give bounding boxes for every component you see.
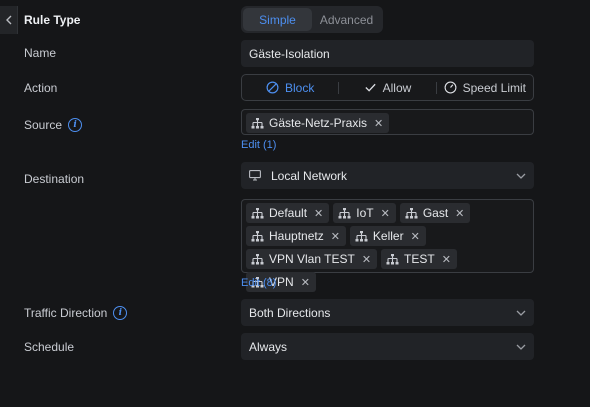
name-field[interactable]: Gäste-Isolation [241,40,534,67]
source-chip: Gäste-Netz-Praxis ✕ [246,113,390,133]
remove-chip-icon[interactable]: ✕ [314,207,323,220]
name-value: Gäste-Isolation [249,46,330,61]
remove-chip-icon[interactable]: ✕ [455,207,464,220]
remove-chip-icon[interactable]: ✕ [442,253,451,266]
traffic-direction-value: Both Directions [249,305,331,320]
action-label: Action [24,81,58,95]
block-icon [266,81,279,94]
remove-chip-icon[interactable]: ✕ [374,117,383,130]
schedule-value: Always [249,339,288,354]
destination-label: Destination [24,172,85,186]
source-label: Source i [24,118,83,132]
monitor-icon [249,170,261,181]
rule-type-advanced[interactable]: Advanced [312,8,381,31]
action-allow-label: Allow [382,80,412,95]
remove-chip-icon[interactable]: ✕ [411,230,420,243]
chip-label: IoT [356,206,374,220]
action-block-button[interactable]: Block [242,75,338,100]
schedule-dropdown[interactable]: Always [241,333,534,360]
destination-chip: Keller ✕ [349,226,426,246]
speedometer-icon [444,81,457,94]
chevron-left-icon [5,15,11,25]
rule-type-toggle[interactable]: Simple Advanced [241,6,383,33]
network-icon [355,230,368,241]
destination-dropdown-value: Local Network [271,168,348,183]
chip-label: VPN Vlan TEST [269,252,355,266]
chip-label: Hauptnetz [269,229,324,243]
destination-chip: IoT ✕ [333,203,396,223]
chevron-down-icon [516,344,526,350]
destination-chip: Gast ✕ [399,203,471,223]
check-icon [365,83,376,92]
info-icon[interactable]: i [113,306,128,320]
source-label-text: Source [24,118,63,132]
chip-label: Gäste-Netz-Praxis [269,116,368,130]
schedule-label: Schedule [24,340,75,354]
chevron-down-icon [516,310,526,316]
network-icon [251,230,264,241]
back-button[interactable] [0,6,18,34]
chip-label: TEST [404,252,435,266]
network-icon [338,207,351,218]
destination-edit-link[interactable]: Edit (8) [241,277,276,289]
destination-chip: Hauptnetz ✕ [246,226,346,246]
remove-chip-icon[interactable]: ✕ [381,207,390,220]
destination-chip: TEST ✕ [381,249,457,269]
destination-dropdown[interactable]: Local Network [241,162,534,189]
chip-label: Default [269,206,308,220]
name-label: Name [24,46,57,60]
network-icon [405,207,418,218]
action-speed-limit-label: Speed Limit [462,80,526,95]
traffic-direction-label: Traffic Direction i [24,306,128,320]
network-icon [386,253,399,264]
traffic-direction-dropdown[interactable]: Both Directions [241,299,534,326]
network-icon [251,117,264,128]
action-block-label: Block [284,80,315,95]
chip-label: Keller [372,229,404,243]
chevron-down-icon [516,173,526,179]
source-edit-link[interactable]: Edit (1) [241,139,276,151]
traffic-direction-label-text: Traffic Direction [24,306,108,320]
info-icon[interactable]: i [68,118,83,132]
rule-type-label: Rule Type [24,13,81,27]
action-allow-button[interactable]: Allow [339,75,435,100]
network-icon [251,207,264,218]
action-speed-limit-button[interactable]: Speed Limit [437,75,533,100]
destination-chip: VPN Vlan TEST ✕ [246,249,378,269]
remove-chip-icon[interactable]: ✕ [331,230,340,243]
source-chip-box[interactable]: Gäste-Netz-Praxis ✕ [241,109,534,135]
destination-chip: Default ✕ [246,203,330,223]
chip-label: Gast [422,206,449,220]
destination-chip-box[interactable]: Default ✕ IoT ✕ Gast ✕ Hauptnetz ✕ Keller ✕ VPN Vl… [241,199,534,292]
rule-editor: Rule Type Simple Advanced Name Gäste-Iso… [0,0,590,407]
rule-type-simple[interactable]: Simple [243,8,312,31]
network-icon [251,253,264,264]
remove-chip-icon[interactable]: ✕ [362,253,371,266]
action-selector: Block Allow Speed Limit [241,74,534,101]
remove-chip-icon[interactable]: ✕ [301,276,310,289]
